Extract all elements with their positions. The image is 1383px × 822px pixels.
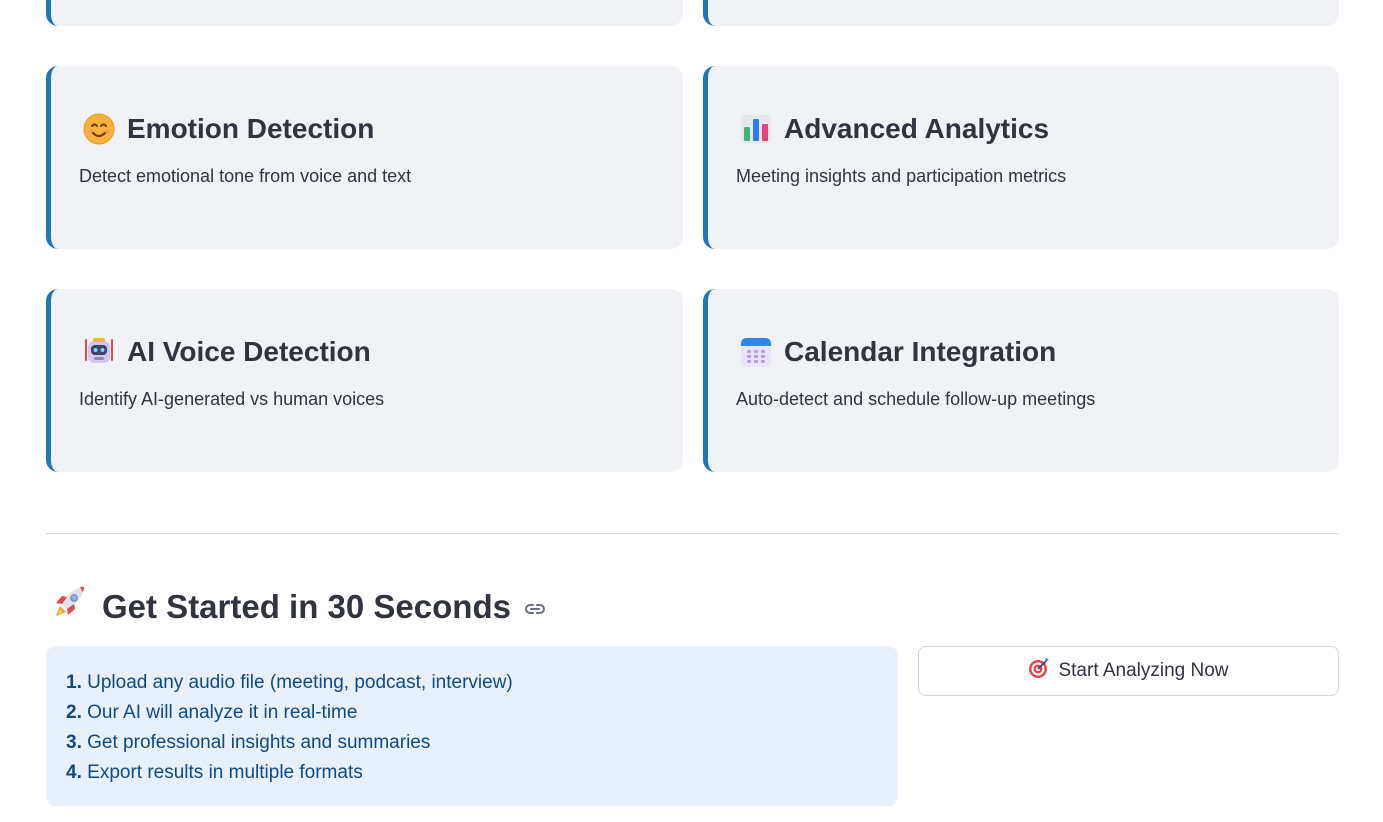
step-item: 1. Upload any audio file (meeting, podca… xyxy=(66,672,513,693)
button-label: Start Analyzing Now xyxy=(1058,660,1229,681)
feature-description: Detect emotional tone from voice and tex… xyxy=(79,166,412,186)
feature-description: Identify AI-generated vs human voices xyxy=(79,389,385,409)
step-item: 3. Get professional insights and summari… xyxy=(66,732,431,753)
feature-card-emotion-detection: Emotion Detection Detect emotional tone … xyxy=(46,66,683,249)
calendar-icon xyxy=(740,336,772,368)
rocket-icon xyxy=(50,584,88,630)
steps-info-box: 1. Upload any audio file (meeting, podca… xyxy=(46,646,898,806)
feature-card-advanced-analytics: Advanced Analytics Meeting insights and … xyxy=(703,66,1339,249)
section-divider xyxy=(46,533,1339,534)
smiling-face-icon xyxy=(83,113,115,145)
feature-card-partial xyxy=(703,0,1339,26)
step-item: 4. Export results in multiple formats xyxy=(66,762,363,783)
feature-card-ai-voice-detection: AI Voice Detection Identify AI-generated… xyxy=(46,289,683,472)
feature-card-calendar-integration: Calendar Integration Auto-detect and sch… xyxy=(703,289,1339,472)
feature-card-partial xyxy=(46,0,683,26)
bar-chart-icon xyxy=(740,113,772,145)
step-item: 2. Our AI will analyze it in real-time xyxy=(66,702,358,723)
feature-title: Calendar Integration xyxy=(784,336,1057,367)
robot-icon xyxy=(83,336,115,368)
feature-description: Auto-detect and schedule follow-up meeti… xyxy=(736,389,1096,409)
section-title-text: Get Started in 30 Seconds xyxy=(102,588,511,625)
feature-grid-previous-row xyxy=(46,0,1339,26)
target-icon xyxy=(1028,657,1050,685)
start-analyzing-button[interactable]: Start Analyzing Now xyxy=(918,646,1339,696)
feature-description: Meeting insights and participation metri… xyxy=(736,166,1067,186)
feature-grid: Emotion Detection Detect emotional tone … xyxy=(46,66,1339,472)
feature-title: AI Voice Detection xyxy=(127,336,371,367)
feature-title: Advanced Analytics xyxy=(784,113,1050,144)
get-started-heading: Get Started in 30 Seconds xyxy=(50,584,547,630)
link-icon[interactable] xyxy=(523,591,547,629)
feature-title: Emotion Detection xyxy=(127,113,375,144)
